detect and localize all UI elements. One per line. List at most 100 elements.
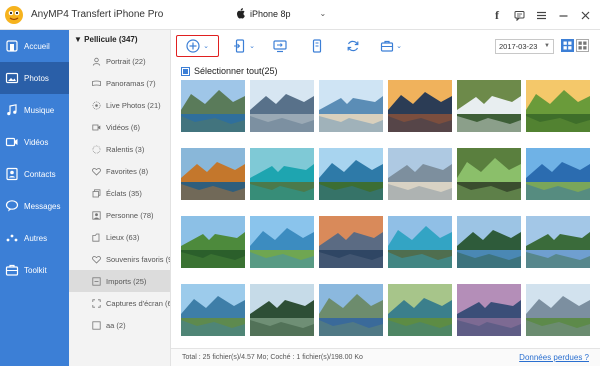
photo-thumbnail-alpine-reflection[interactable] [181, 284, 245, 336]
sidebar-item-videos[interactable]: Vidéos [0, 126, 69, 158]
photo-thumbnail-mountain-lake[interactable] [181, 80, 245, 132]
sidebar-item-label: Vidéos [24, 137, 49, 147]
tree-item-eclats[interactable]: Éclats (35) [69, 182, 170, 204]
sidebar-item-messages[interactable]: Messages [0, 190, 69, 222]
sidebar-item-toolkit[interactable]: Toolkit [0, 254, 69, 286]
sidebar-item-label: Messages [24, 201, 61, 211]
facebook-icon[interactable]: f [488, 6, 506, 24]
photo-thumbnail-palm-beach[interactable] [319, 148, 383, 200]
photo-thumbnail-pine-forest[interactable] [250, 284, 314, 336]
lost-data-link[interactable]: Données perdues ? [519, 353, 589, 362]
sidebar-item-musique[interactable]: Musique [0, 94, 69, 126]
tree-item-panoramas[interactable]: Panoramas (7) [69, 72, 170, 94]
chevron-down-icon: ⌄ [396, 43, 402, 50]
live-photo-icon [92, 101, 101, 109]
photo-thumbnail-turquoise-sea[interactable] [250, 148, 314, 200]
main-content: ⌄ ⌄ ⌄ 2017-03-23 ▼ Sélectionner tout(25)… [171, 30, 600, 366]
photo-thumbnail-mountain-shore[interactable] [319, 284, 383, 336]
photo-thumbnail-coastline[interactable] [250, 216, 314, 268]
grid-view-button[interactable] [561, 39, 574, 52]
toolbar: ⌄ ⌄ ⌄ 2017-03-23 ▼ [171, 30, 600, 62]
photo-thumbnail-autumn-trees[interactable] [181, 148, 245, 200]
chevron-down-icon: ⌄ [249, 43, 255, 50]
sidebar-item-label: Photos [24, 73, 49, 83]
sidebar-item-label: Musique [24, 105, 55, 115]
tree-item-lieux[interactable]: Lieux (63) [69, 226, 170, 248]
date-filter-select[interactable]: 2017-03-23 ▼ [495, 39, 554, 54]
photo-thumbnail-snowy-peaks[interactable] [526, 284, 590, 336]
add-button[interactable]: ⌄ [176, 35, 219, 57]
photo-thumbnail-seaside-cliffs[interactable] [319, 80, 383, 132]
tree-header[interactable]: ▼ Pellicule (347) [74, 35, 138, 44]
tree-item-videos[interactable]: Vidéos (6) [69, 116, 170, 138]
messages-icon [5, 200, 19, 212]
photo-thumbnail-boulders-shore[interactable] [388, 148, 452, 200]
device-selector[interactable]: iPhone 8p ⌄ [236, 8, 326, 19]
heart-icon [92, 255, 101, 264]
video-icon [5, 137, 18, 147]
tree-item-souvenirs[interactable]: Souvenirs favoris (94 [69, 248, 170, 270]
photo-thumbnail-waterfall[interactable] [457, 80, 521, 132]
export-to-device-icon [234, 39, 245, 53]
tree-item-live-photos[interactable]: Live Photos (21) [69, 94, 170, 116]
title-bar: AnyMP4 Transfert iPhone Pro iPhone 8p ⌄ … [0, 0, 600, 30]
sidebar-item-label: Toolkit [24, 265, 47, 275]
toolbox-button[interactable]: ⌄ [375, 35, 407, 57]
close-icon[interactable] [576, 6, 594, 24]
tree-item-ralentis[interactable]: Ralentis (3) [69, 138, 170, 160]
photo-grid [181, 80, 591, 348]
tree-item-favorites[interactable]: Favorites (8) [69, 160, 170, 182]
sidebar-item-photos[interactable]: Photos [0, 62, 69, 94]
tree-item-captures[interactable]: Captures d'écran (60 [69, 292, 170, 314]
photo-thumbnail-green-field[interactable] [526, 80, 590, 132]
photo-thumbnail-river-dusk[interactable] [457, 284, 521, 336]
sidebar-item-autres[interactable]: Autres [0, 222, 69, 254]
more-icon [6, 234, 18, 242]
tree-item-label: Éclats (35) [106, 188, 142, 198]
slow-motion-icon [92, 145, 101, 153]
feedback-icon[interactable] [510, 6, 528, 24]
tree-item-imports[interactable]: Imports (25) [69, 270, 170, 292]
photo-thumbnail-forest-lake[interactable] [457, 216, 521, 268]
tree-item-aa[interactable]: aa (2) [69, 314, 170, 336]
music-icon [7, 104, 17, 116]
tree-item-label: Live Photos (21) [106, 100, 161, 110]
video-icon [92, 124, 101, 130]
tree-item-personne[interactable]: Personne (78) [69, 204, 170, 226]
photo-thumbnail-aerial-lake[interactable] [388, 284, 452, 336]
photo-thumbnail-mountain-reflection[interactable] [319, 216, 383, 268]
sidebar-item-contacts[interactable]: Contacts [0, 158, 69, 190]
chevron-down-icon: ⌄ [319, 9, 327, 18]
tree-item-label: Personne (78) [106, 210, 154, 220]
chevron-down-icon: ▼ [544, 43, 550, 49]
tree-item-portrait[interactable]: Portrait (22) [69, 50, 170, 72]
refresh-button[interactable] [341, 35, 365, 57]
tree-item-label: Ralentis (3) [106, 144, 145, 154]
export-to-device-button[interactable]: ⌄ [230, 35, 258, 57]
photo-thumbnail-rocks-water[interactable] [250, 80, 314, 132]
select-all-checkbox[interactable]: Sélectionner tout(25) [181, 66, 278, 76]
main-sidebar: Accueil Photos Musique Vidéos Contacts M… [0, 30, 69, 366]
export-to-pc-button[interactable] [268, 35, 292, 57]
sidebar-item-accueil[interactable]: Accueil [0, 30, 69, 62]
sidebar-item-label: Autres [24, 233, 48, 243]
tree-item-label: Panoramas (7) [106, 78, 156, 88]
status-text: Total : 25 fichier(s)/4.57 Mo; Coché : 1… [182, 354, 363, 361]
minimize-icon[interactable] [554, 6, 572, 24]
tree-item-label: Portrait (22) [106, 56, 146, 66]
itunes-button[interactable] [305, 35, 329, 57]
photo-thumbnail-turquoise-lake[interactable] [388, 216, 452, 268]
tree-item-label: Souvenirs favoris (94 [106, 254, 170, 264]
menu-icon[interactable] [532, 6, 550, 24]
list-view-button[interactable] [576, 39, 589, 52]
photo-thumbnail-mossy-rocks[interactable] [457, 148, 521, 200]
photo-thumbnail-green-mountains[interactable] [181, 216, 245, 268]
photo-thumbnail-blue-lake[interactable] [526, 148, 590, 200]
photo-thumbnail-lake-trees[interactable] [526, 216, 590, 268]
album-tree: ▼ Pellicule (347) Portrait (22) Panorama… [69, 30, 171, 366]
burst-icon [92, 188, 101, 197]
export-to-pc-icon [273, 40, 287, 53]
screenshot-icon [92, 298, 101, 308]
refresh-icon [347, 40, 359, 52]
photo-thumbnail-sunset-lake[interactable] [388, 80, 452, 132]
